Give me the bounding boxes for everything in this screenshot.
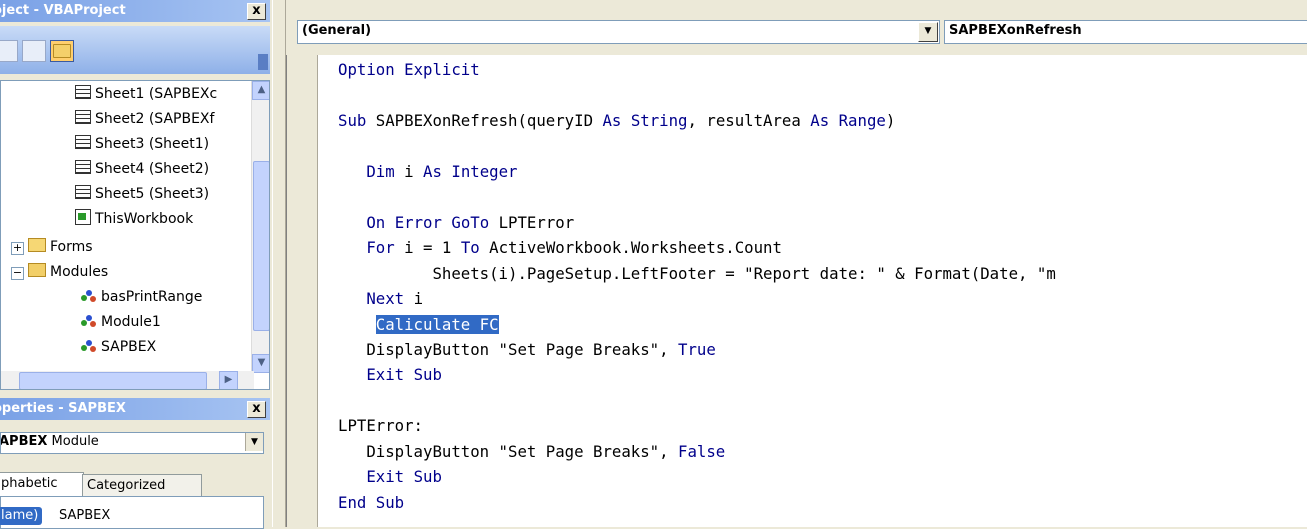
tree-item-thisworkbook[interactable]: ThisWorkbook [75, 209, 193, 229]
sheet-icon [75, 135, 91, 149]
modules-collapse-icon[interactable]: − [11, 267, 24, 280]
folder-open-icon [28, 263, 46, 277]
project-explorer-titlebar[interactable]: oject - VBAProject x [0, 0, 270, 22]
folder-icon [28, 238, 46, 252]
selected-text[interactable]: Caliculate FC [375, 314, 499, 334]
code-line[interactable]: On Error GoTo LPTError [338, 212, 574, 234]
code-line[interactable]: Option Explicit [338, 59, 480, 81]
project-tree[interactable]: Sheet1 (SAPBEXc Sheet2 (SAPBEXf Sheet3 (… [0, 80, 270, 390]
splitter[interactable] [272, 0, 286, 527]
tree-item-module1[interactable]: Module1 [81, 312, 161, 332]
workbook-icon [75, 209, 91, 225]
tree-item-basprintrange[interactable]: basPrintRange [81, 287, 202, 307]
tree-item-sheet1[interactable]: Sheet1 (SAPBEXc [75, 84, 217, 104]
tree-vertical-scrollbar[interactable]: ▲ ▼ [251, 81, 269, 373]
code-line[interactable]: Dim i As Integer [338, 161, 517, 183]
code-window-header: (General) ▼ SAPBEXonRefresh [286, 0, 1307, 55]
view-code-icon[interactable] [0, 40, 18, 62]
tab-categorized[interactable]: Categorized [82, 474, 202, 497]
property-value[interactable]: SAPBEX [59, 507, 110, 525]
code-line[interactable]: Exit Sub [338, 466, 442, 488]
code-line[interactable]: Sheets(i).PageSetup.LeftFooter = "Report… [338, 263, 1055, 285]
tree-item-sapbex[interactable]: SAPBEX [81, 337, 156, 357]
properties-pane: operties - SAPBEX x APBEX Module ▼ phabe… [0, 398, 270, 529]
forms-expand-icon[interactable]: + [11, 242, 24, 255]
project-toolbar [0, 26, 270, 74]
toolbar-overflow-icon[interactable] [258, 54, 268, 70]
tree-horizontal-scrollbar[interactable]: ▶ [1, 371, 254, 389]
code-line[interactable]: Caliculate FC [338, 314, 499, 336]
tree-item-sheet3[interactable]: Sheet3 (Sheet1) [75, 134, 209, 154]
tree-item-forms[interactable]: Forms [28, 237, 93, 257]
code-line[interactable]: Sub SAPBEXonRefresh(queryID As String, r… [338, 110, 895, 132]
scroll-thumb[interactable] [253, 161, 269, 331]
properties-close-button[interactable]: x [247, 401, 266, 418]
tree-item-sheet5[interactable]: Sheet5 (Sheet3) [75, 184, 209, 204]
scroll-down-icon[interactable]: ▼ [252, 354, 269, 373]
properties-grid: lame) SAPBEX [0, 496, 264, 529]
hscroll-thumb[interactable] [19, 372, 207, 389]
code-editor[interactable]: Option Explicit Sub SAPBEXonRefresh(query… [286, 55, 1307, 527]
object-select-type: Module [47, 434, 99, 449]
procedure-combo[interactable]: SAPBEXonRefresh [944, 20, 1307, 44]
project-explorer-title: oject - VBAProject [0, 3, 126, 18]
tree-item-sheet2[interactable]: Sheet2 (SAPBEXf [75, 109, 214, 129]
code-text[interactable]: Option Explicit Sub SAPBEXonRefresh(query… [321, 55, 1307, 527]
margin-indicator-bar[interactable] [287, 55, 318, 527]
project-close-button[interactable]: x [247, 3, 266, 20]
scroll-up-icon[interactable]: ▲ [252, 81, 269, 100]
sheet-icon [75, 85, 91, 99]
chevron-down-icon[interactable]: ▼ [245, 433, 263, 451]
code-line[interactable]: End Sub [338, 492, 404, 514]
object-select-name: APBEX [0, 434, 48, 449]
code-line[interactable]: Exit Sub [338, 364, 442, 386]
code-line[interactable]: DisplayButton "Set Page Breaks", False [338, 441, 725, 463]
tree-item-sheet4[interactable]: Sheet4 (Sheet2) [75, 159, 209, 179]
property-name[interactable]: lame) [0, 507, 43, 525]
code-line[interactable]: For i = 1 To ActiveWorkbook.Worksheets.C… [338, 237, 782, 259]
sheet-icon [75, 185, 91, 199]
module-icon [81, 289, 97, 303]
view-object-icon[interactable] [22, 40, 46, 62]
toggle-folders-icon[interactable] [50, 40, 74, 62]
scroll-right-icon[interactable]: ▶ [219, 371, 238, 389]
code-line[interactable]: Next i [338, 288, 423, 310]
left-panels: oject - VBAProject x Sheet1 (SAPBEXc She… [0, 0, 272, 529]
properties-titlebar[interactable]: operties - SAPBEX x [0, 398, 270, 420]
object-combo[interactable]: (General) ▼ [297, 20, 940, 44]
module-icon [81, 339, 97, 353]
code-line[interactable]: DisplayButton "Set Page Breaks", True [338, 339, 715, 361]
object-select[interactable]: APBEX Module ▼ [0, 432, 264, 454]
sheet-icon [75, 110, 91, 124]
module-icon [81, 314, 97, 328]
sheet-icon [75, 160, 91, 174]
chevron-down-icon[interactable]: ▼ [918, 22, 938, 42]
tree-item-modules[interactable]: Modules [28, 262, 108, 282]
properties-title: operties - SAPBEX [0, 401, 126, 416]
tab-alphabetic[interactable]: phabetic [0, 472, 84, 497]
code-line[interactable]: LPTError: [338, 415, 423, 437]
